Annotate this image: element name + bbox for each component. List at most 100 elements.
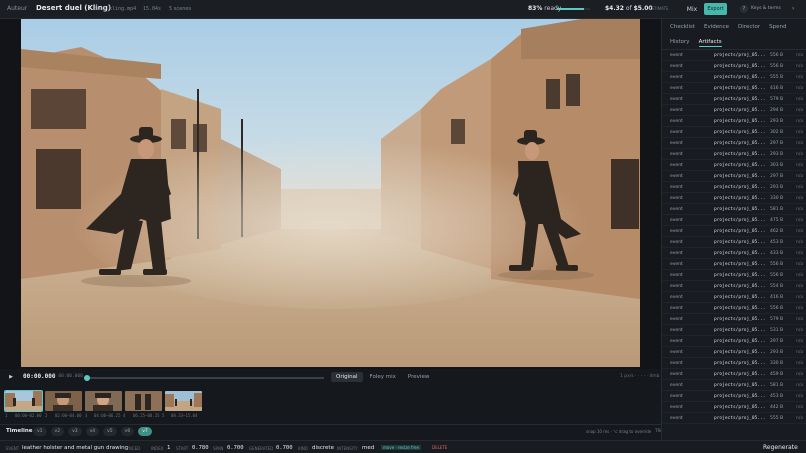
delete-button[interactable]: DELETE xyxy=(432,445,447,450)
artifact-kind: event xyxy=(670,317,683,322)
artifact-row[interactable]: event projects/proj_05... 556 B n/a xyxy=(662,50,806,61)
artifact-row[interactable]: event projects/proj_05... 453 B n/a xyxy=(662,237,806,248)
artifact-path: projects/proj_05... xyxy=(714,53,766,58)
snap-hint: snap 10 ms · ⌥ drag to override xyxy=(586,429,652,434)
artifact-row[interactable]: event projects/proj_05... 416 B n/a xyxy=(662,292,806,303)
brand-label[interactable]: Auteur xyxy=(7,5,27,12)
scrub-handle[interactable] xyxy=(84,375,90,381)
artifact-row[interactable]: event projects/proj_05... 579 B n/a xyxy=(662,314,806,325)
start-value[interactable]: 0.780 xyxy=(192,445,209,451)
artifact-size: 556 B xyxy=(770,64,784,69)
export-button[interactable]: Export xyxy=(704,3,727,15)
tab-spend[interactable]: Spend xyxy=(769,24,786,30)
artifact-row[interactable]: event projects/proj_05... 297 B n/a xyxy=(662,336,806,347)
intensity-value[interactable]: med xyxy=(362,445,374,451)
help-icon[interactable]: ? xyxy=(740,5,748,13)
ready-progress-bar xyxy=(557,8,590,10)
artifact-row[interactable]: event projects/proj_05... 302 B n/a xyxy=(662,127,806,138)
artifact-row[interactable]: event projects/proj_05... 581 B n/a xyxy=(662,204,806,215)
artifact-row[interactable]: event projects/proj_05... 462 B n/a xyxy=(662,226,806,237)
artifact-row[interactable]: event projects/proj_05... 297 B n/a xyxy=(662,171,806,182)
mix-button[interactable]: Mix xyxy=(683,4,701,15)
tab-history[interactable]: History xyxy=(670,39,690,47)
artifact-na: n/a xyxy=(796,405,804,410)
artifact-row[interactable]: event projects/proj_05... 293 B n/a xyxy=(662,116,806,127)
span-value[interactable]: 0.700 xyxy=(227,445,244,451)
artifact-size: 297 B xyxy=(770,174,784,179)
file-name: duel_kling.mp4 xyxy=(94,6,137,12)
regenerate-button[interactable]: Regenerate xyxy=(763,444,798,451)
artifact-row[interactable]: event projects/proj_05... 293 B n/a xyxy=(662,347,806,358)
artifact-path: projects/proj_05... xyxy=(714,163,766,168)
artifact-row[interactable]: event projects/proj_05... 579 B n/a xyxy=(662,94,806,105)
cost-display: $4.32 of $5.00 xyxy=(605,5,653,12)
artifact-row[interactable]: event projects/proj_05... 581 B n/a xyxy=(662,380,806,391)
artifact-row[interactable]: event projects/proj_05... 555 B n/a xyxy=(662,72,806,83)
event-name[interactable]: leather holster and metal gun drawing xyxy=(22,445,128,451)
artifact-row[interactable]: event projects/proj_05... 330 B n/a xyxy=(662,193,806,204)
artifact-na: n/a xyxy=(796,119,804,124)
artifact-size: 302 B xyxy=(770,130,784,135)
artifact-size: 297 B xyxy=(770,339,784,344)
video-frame[interactable] xyxy=(21,19,640,367)
tab-artifacts[interactable]: Artifacts xyxy=(698,39,722,47)
scene-thumb-4[interactable] xyxy=(125,391,162,411)
scene-thumb-5[interactable] xyxy=(165,391,202,411)
tab-evidence[interactable]: Evidence xyxy=(704,24,729,30)
artifact-row[interactable]: event projects/proj_05... 556 B n/a xyxy=(662,303,806,314)
version-chip-v3[interactable]: v3 xyxy=(68,427,82,436)
artifact-row[interactable]: event projects/proj_05... 554 B n/a xyxy=(662,281,806,292)
artifact-row[interactable]: event projects/proj_05... 475 B n/a xyxy=(662,215,806,226)
play-icon[interactable]: ▶ xyxy=(7,373,15,381)
artifact-row[interactable]: event projects/proj_05... 433 B n/a xyxy=(662,248,806,259)
version-chip-v2[interactable]: v2 xyxy=(50,427,65,436)
artifact-row[interactable]: event projects/proj_05... 556 B n/a xyxy=(662,270,806,281)
artifact-size: 462 B xyxy=(770,229,784,234)
artifact-path: projects/proj_05... xyxy=(714,284,766,289)
tab-checklist[interactable]: Checklist xyxy=(670,24,695,30)
current-time: 00:00.000 xyxy=(23,373,56,380)
version-chip-v5[interactable]: v5 xyxy=(103,427,117,436)
artifact-row[interactable]: event projects/proj_05... 556 B n/a xyxy=(662,61,806,72)
scene-thumb-2[interactable] xyxy=(45,391,82,411)
artifact-kind: event xyxy=(670,350,683,355)
artifact-row[interactable]: event projects/proj_05... 416 B n/a xyxy=(662,83,806,94)
artifact-na: n/a xyxy=(796,251,804,256)
artifact-row[interactable]: event projects/proj_05... 442 B n/a xyxy=(662,402,806,413)
artifact-row[interactable]: event projects/proj_05... 293 B n/a xyxy=(662,149,806,160)
artifact-row[interactable]: event projects/proj_05... 459 B n/a xyxy=(662,369,806,380)
artifact-na: n/a xyxy=(796,229,804,234)
artifact-row[interactable]: event projects/proj_05... 330 B n/a xyxy=(662,358,806,369)
artifact-row[interactable]: event projects/proj_05... 555 B n/a xyxy=(662,413,806,424)
top-bar: Auteur Desert duel (Kling) duel_kling.mp… xyxy=(0,0,806,19)
scene-thumb-1[interactable] xyxy=(4,390,43,412)
version-chip-v7[interactable]: v7 xyxy=(138,427,152,436)
artifact-row[interactable]: event projects/proj_05... 303 B n/a xyxy=(662,160,806,171)
artifact-size: 330 B xyxy=(770,196,784,201)
tab-original[interactable]: Original xyxy=(331,372,363,382)
artifact-row[interactable]: event projects/proj_05... 453 B n/a xyxy=(662,391,806,402)
artifact-path: projects/proj_05... xyxy=(714,64,766,69)
keys-terms-link[interactable]: Keys & terms xyxy=(751,6,781,11)
artifact-kind: event xyxy=(670,207,683,212)
artifact-row[interactable]: event projects/proj_05... 294 B n/a xyxy=(662,105,806,116)
kind-value[interactable]: discrete xyxy=(312,445,334,451)
cost-of: of xyxy=(625,5,632,12)
version-chip-v1[interactable]: v1 xyxy=(33,427,47,436)
artifact-row[interactable]: event projects/proj_05... 297 B n/a xyxy=(662,138,806,149)
generated-value: 0.700 xyxy=(276,445,293,451)
artifact-na: n/a xyxy=(796,185,804,190)
version-chip-v4[interactable]: v4 xyxy=(85,427,100,436)
scene-thumb-3[interactable] xyxy=(85,391,122,411)
chevron-right-icon[interactable]: › xyxy=(792,5,794,12)
artifact-row[interactable]: event projects/proj_05... 556 B n/a xyxy=(662,259,806,270)
version-chip-v6[interactable]: v6 xyxy=(120,427,135,436)
artifact-kind: event xyxy=(670,75,683,80)
tab-foley-mix[interactable]: Foley mix xyxy=(365,372,401,382)
tab-director[interactable]: Director xyxy=(738,24,760,30)
scrub-track[interactable] xyxy=(86,377,324,379)
artifact-row[interactable]: event projects/proj_05... 531 B n/a xyxy=(662,325,806,336)
artifact-path: projects/proj_05... xyxy=(714,119,766,124)
artifact-row[interactable]: event projects/proj_05... 293 B n/a xyxy=(662,182,806,193)
tab-preview[interactable]: Preview xyxy=(403,372,434,382)
